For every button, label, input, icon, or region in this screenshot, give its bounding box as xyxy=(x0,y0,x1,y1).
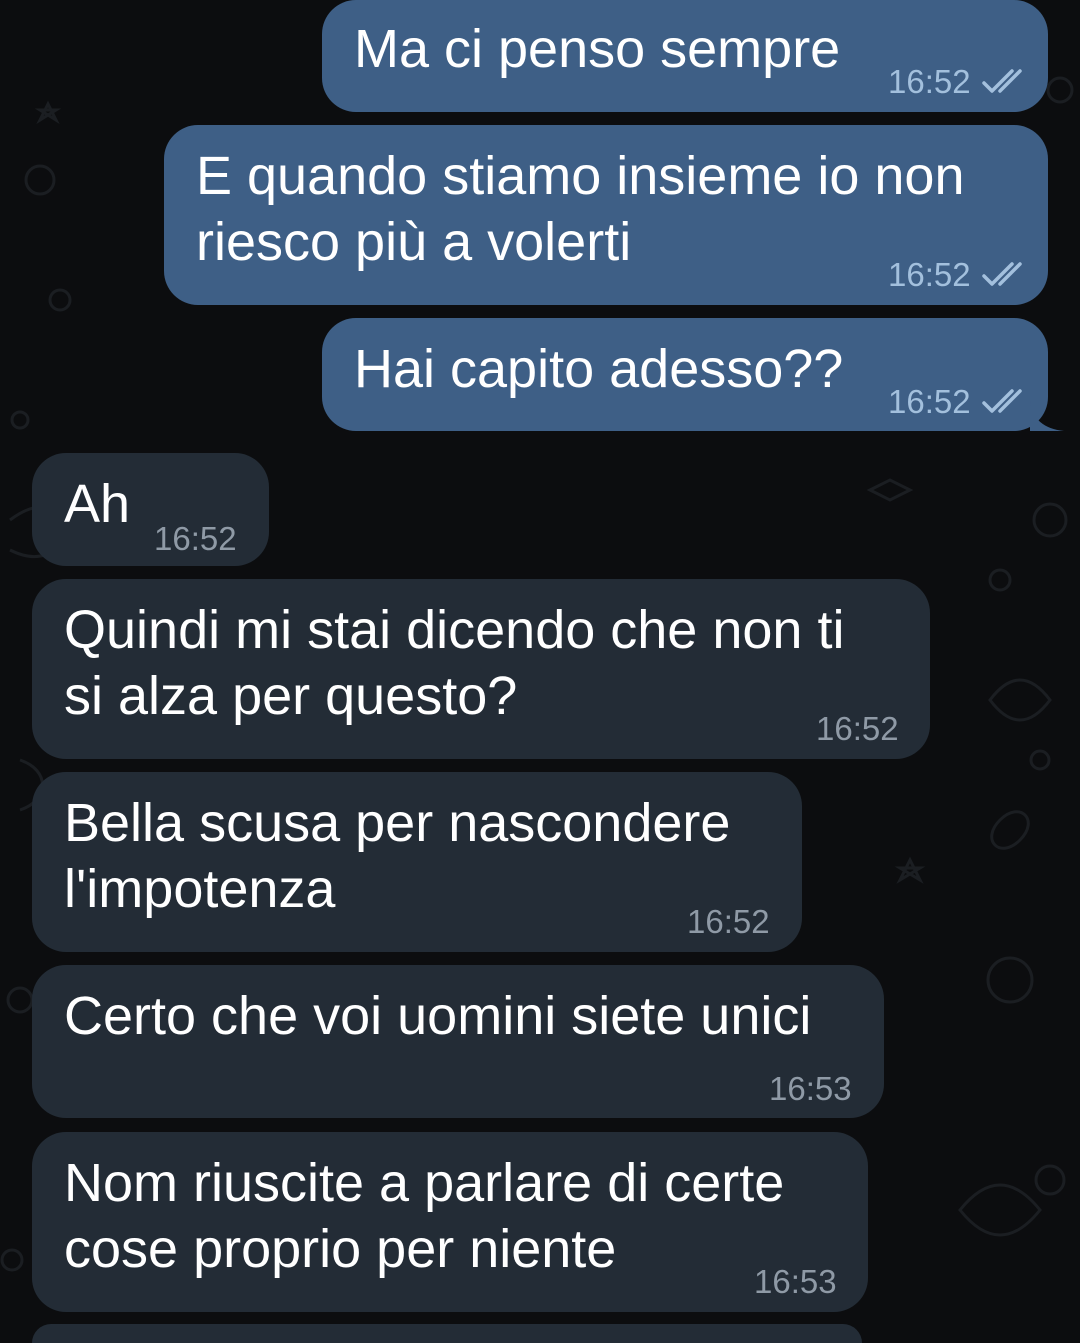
message-timestamp: 16:53 xyxy=(754,1263,837,1300)
message-text-line: Nom riuscite a parlare di certe xyxy=(64,1153,785,1213)
message-text-line: Quindi mi stai dicendo che non ti xyxy=(64,600,845,660)
message-timestamp: 16:52 xyxy=(687,903,770,940)
outgoing-message-bubble[interactable]: Ma ci penso sempre 16:52 xyxy=(322,0,1048,112)
incoming-message-bubble[interactable]: Bella scusa per nascondere l'impotenza 16:… xyxy=(32,772,802,952)
message-timestamp: 16:52 xyxy=(888,383,971,420)
message-timestamp: 16:52 xyxy=(888,256,971,293)
message-timestamp: 16:52 xyxy=(888,63,971,100)
message-text-line: l'impotenza xyxy=(64,859,336,919)
message-timestamp: 16:52 xyxy=(816,710,899,747)
message-text-line: Hai capito adesso?? xyxy=(354,339,844,399)
message-text-line: Bella scusa per nascondere xyxy=(64,793,731,853)
message-text-line: Ah xyxy=(64,474,131,534)
outgoing-message-bubble[interactable]: E quando stiamo insieme io non riesco più… xyxy=(164,125,1048,305)
message-text-line: cose proprio per niente xyxy=(64,1219,617,1279)
message-text-line: si alza per questo? xyxy=(64,666,518,726)
double-check-icon xyxy=(982,262,1022,286)
incoming-message-bubble[interactable] xyxy=(32,1324,862,1343)
bubble-tail xyxy=(1030,401,1064,431)
message-list[interactable]: Ma ci penso sempre 16:52 E quando stiamo i… xyxy=(0,0,1080,1343)
message-text-line: E quando stiamo insieme io non xyxy=(196,146,965,206)
message-text-line: Certo che voi uomini siete unici xyxy=(64,986,812,1046)
incoming-message-bubble[interactable]: Certo che voi uomini siete unici 16:53 xyxy=(32,965,884,1118)
double-check-icon xyxy=(982,69,1022,93)
message-text-line: riesco più a volerti xyxy=(196,212,632,272)
incoming-message-bubble[interactable]: Nom riuscite a parlare di certe cose prop… xyxy=(32,1132,868,1312)
message-timestamp: 16:53 xyxy=(769,1070,852,1107)
double-check-icon xyxy=(982,389,1022,413)
incoming-message-bubble[interactable]: Ah 16:52 xyxy=(32,453,269,566)
message-text-line: Ma ci penso sempre xyxy=(354,19,841,79)
outgoing-message-bubble[interactable]: Hai capito adesso?? 16:52 xyxy=(322,318,1064,431)
message-timestamp: 16:52 xyxy=(154,520,237,557)
incoming-message-bubble[interactable]: Quindi mi stai dicendo che non ti si alza… xyxy=(32,579,930,759)
